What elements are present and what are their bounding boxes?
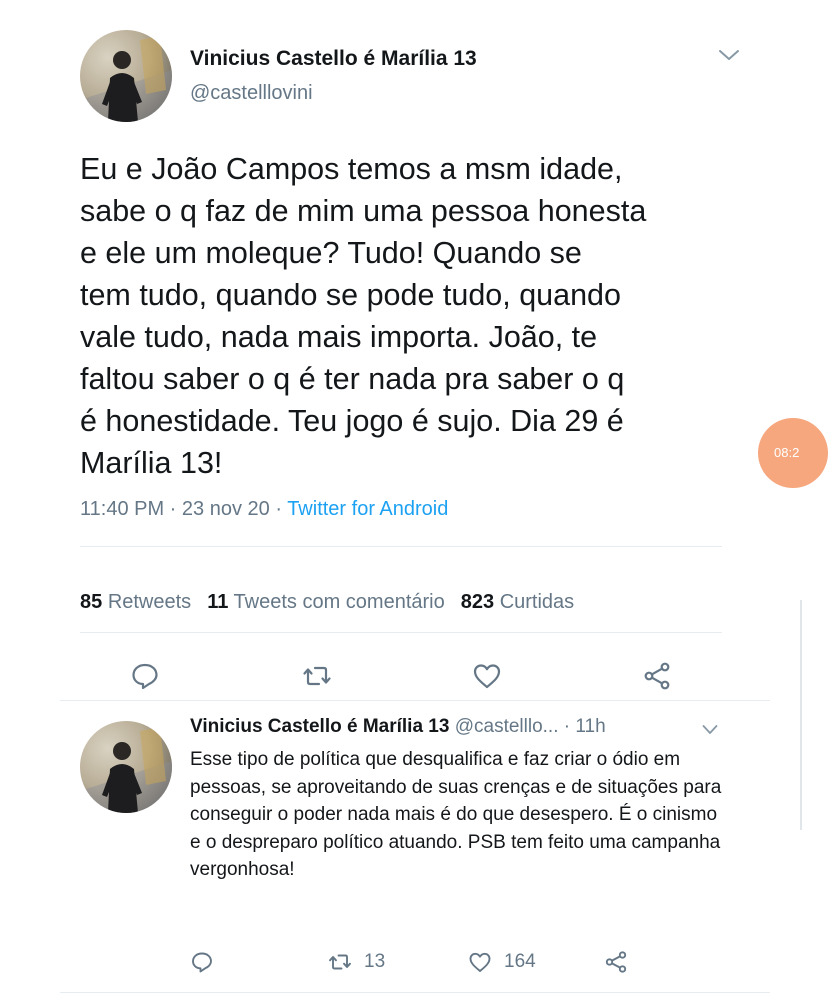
- quote-tweets-count: 11: [207, 591, 229, 613]
- likes-stat[interactable]: 823 Curtidas: [461, 591, 574, 613]
- tweet-timestamp: 11:40 PM · 23 nov 20 · Twitter for Andro…: [80, 498, 448, 521]
- reply-retweet-count: 13: [364, 951, 386, 972]
- retweets-count: 85: [80, 591, 103, 613]
- like-icon: [469, 952, 491, 972]
- retweet-button[interactable]: 13: [328, 950, 385, 974]
- author-handle[interactable]: @castelllovini: [190, 80, 477, 106]
- meta-separator: ·: [164, 498, 182, 520]
- reply-header: Vinicius Castello é Marília 13 @castelll…: [190, 716, 606, 738]
- reply-display-name[interactable]: Vinicius Castello é Marília 13: [190, 716, 449, 737]
- divider: [80, 632, 722, 633]
- likes-label: Curtidas: [499, 591, 575, 613]
- reply-icon: [192, 952, 212, 973]
- meta-separator: ·: [558, 716, 576, 737]
- reply-text: Esse tipo de política que desqualifica e…: [190, 749, 722, 880]
- reply-time-ago[interactable]: 11h: [575, 716, 605, 737]
- chevron-down-icon[interactable]: [718, 48, 740, 62]
- retweets-stat[interactable]: 85 Retweets: [80, 591, 191, 613]
- reply-button[interactable]: [190, 950, 226, 974]
- avatar-photo: [80, 721, 172, 813]
- retweet-button[interactable]: [302, 661, 332, 691]
- quote-tweets-stat[interactable]: 11 Tweets com comentário: [207, 591, 445, 613]
- like-icon: [473, 664, 501, 689]
- reply-author-avatar[interactable]: [80, 721, 172, 813]
- retweets-label: Retweets: [107, 591, 192, 613]
- author-block[interactable]: Vinicius Castello é Marília 13 @castelll…: [190, 46, 477, 106]
- reply-button[interactable]: [130, 661, 160, 691]
- tweet-date[interactable]: 23 nov 20: [182, 498, 270, 520]
- reply-icon: [132, 663, 158, 690]
- floating-clock-bubble[interactable]: 08:2: [758, 418, 828, 488]
- author-avatar[interactable]: [80, 30, 172, 122]
- share-button[interactable]: [604, 950, 640, 974]
- divider: [60, 992, 770, 993]
- meta-separator: ·: [269, 498, 288, 520]
- reply-like-count: 164: [504, 951, 536, 972]
- author-display-name[interactable]: Vinicius Castello é Marília 13: [190, 46, 477, 72]
- like-button[interactable]: 164: [468, 950, 536, 974]
- avatar-photo: [80, 30, 172, 122]
- tweet-source-link[interactable]: Twitter for Android: [287, 498, 448, 520]
- reply-handle[interactable]: @castelllo...: [455, 716, 559, 737]
- retweet-icon: [303, 666, 331, 686]
- divider: [60, 700, 770, 701]
- divider: [80, 546, 722, 547]
- likes-count: 823: [460, 591, 495, 613]
- tweet-screenshot: Vinicius Castello é Marília 13 @castelll…: [0, 0, 838, 1000]
- tweet-stats: 85 Retweets 11 Tweets com comentário 823 C…: [80, 591, 574, 614]
- scrollbar[interactable]: [800, 600, 802, 830]
- chevron-down-icon[interactable]: [702, 722, 718, 734]
- share-icon: [605, 951, 627, 973]
- tweet-text: Eu e João Campos temos a msm idade, sabe…: [80, 152, 647, 480]
- quote-tweets-label: Tweets com comentário: [233, 591, 445, 613]
- retweet-icon: [329, 954, 351, 970]
- tweet-time[interactable]: 11:40 PM: [80, 498, 164, 520]
- share-icon: [644, 662, 670, 690]
- share-button[interactable]: [642, 661, 672, 691]
- like-button[interactable]: [472, 661, 502, 691]
